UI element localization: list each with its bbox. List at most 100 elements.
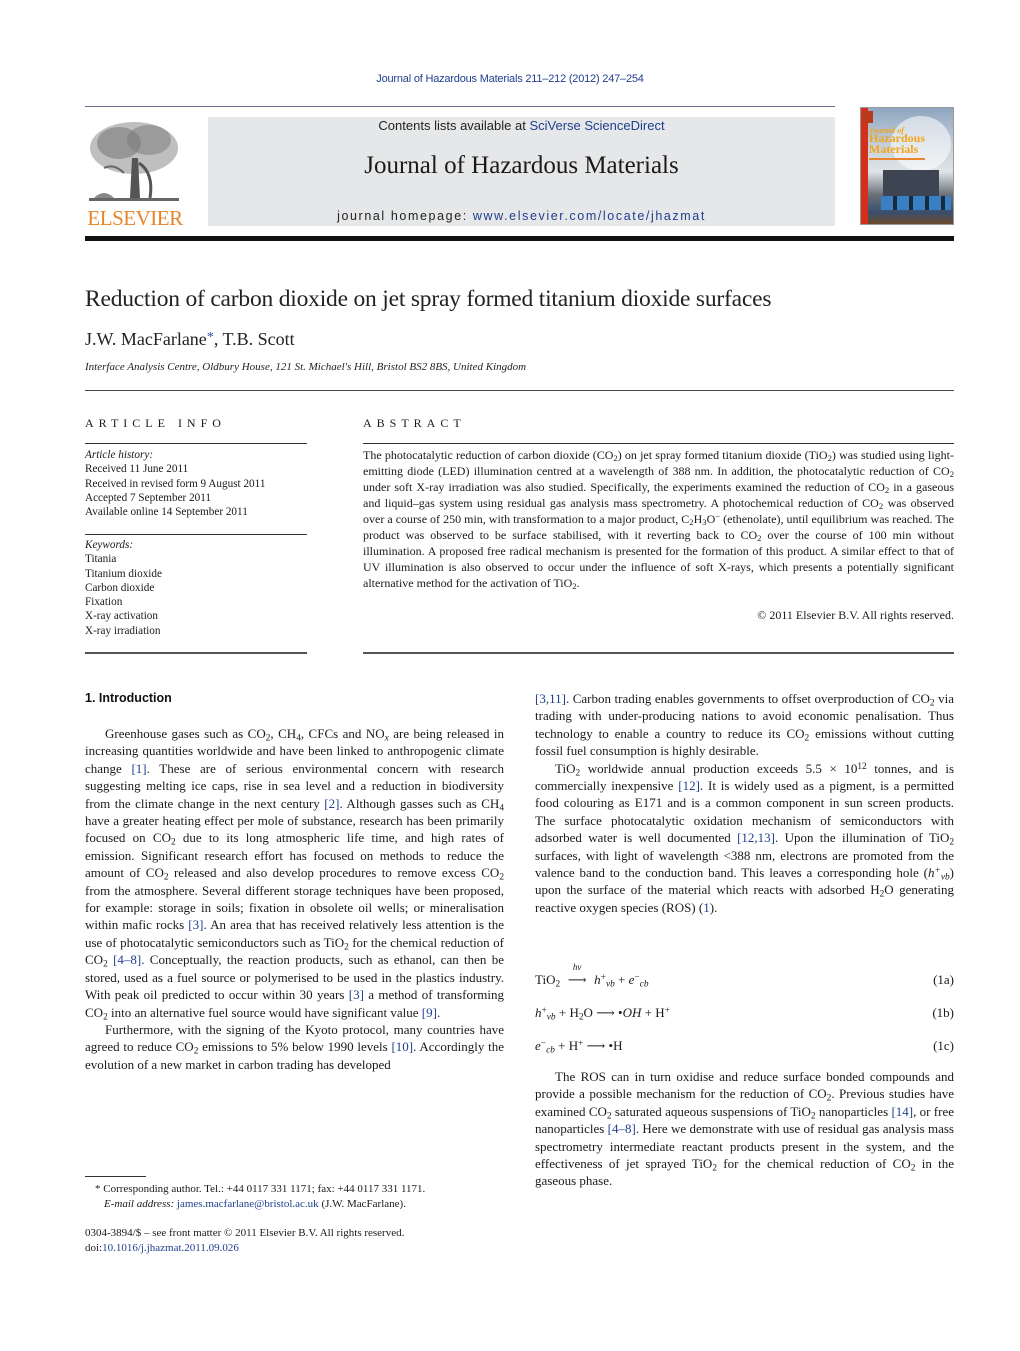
text-run: hv ⟶	[560, 962, 594, 988]
text-run: 4	[499, 802, 504, 813]
text-run: .	[436, 1004, 441, 1020]
article-info-heading: ARTICLE INFO	[85, 416, 226, 430]
journal-cover-image[interactable]: Journal of Hazardous Materials	[860, 107, 954, 225]
contents-prefix: Contents lists available at	[378, 118, 530, 133]
reference-link[interactable]: [12]	[678, 778, 700, 793]
keyword-item: X-ray activation	[85, 610, 158, 623]
elsevier-logo[interactable]: ELSEVIER	[84, 118, 186, 230]
text-run: 2	[103, 959, 108, 970]
header-divider	[85, 106, 835, 107]
section-heading-introduction: 1. Introduction	[85, 691, 172, 705]
text-run: , CFCs and NO	[300, 726, 385, 741]
text-run: for the chemical reduction of CO	[717, 1156, 911, 1172]
homepage-line: journal homepage: www.elsevier.com/locat…	[208, 209, 835, 223]
masthead-thick-divider	[85, 236, 954, 241]
front-matter: 0304-3894/$ – see front matter © 2011 El…	[85, 1226, 404, 1256]
reference-link[interactable]: [12,13]	[737, 830, 775, 845]
paragraph: Greenhouse gases such as CO 2 , CH 4 , CFCs …	[85, 725, 504, 1022]
reference-link[interactable]: [3,11]	[535, 691, 566, 706]
journal-citation-link[interactable]: Journal of Hazardous Materials 211–212 (…	[0, 73, 1020, 85]
sciencedirect-link[interactable]: SciVerse ScienceDirect	[529, 118, 664, 133]
cover-red-band	[861, 108, 868, 224]
footnote-divider	[85, 1176, 146, 1177]
article-info-divider	[85, 443, 307, 444]
article-info-end-divider	[85, 652, 307, 654]
abstract-copyright: © 2011 Elsevier B.V. All rights reserved…	[757, 608, 954, 622]
doi-link[interactable]: 10.1016/j.jhazmat.2011.09.026	[102, 1242, 239, 1254]
history-revised: Received in revised form 9 August 2011	[85, 477, 266, 490]
text-run: 2	[578, 1012, 584, 1023]
equation-1c: e−cb + H+ ⟶ •H (1c)	[535, 1038, 954, 1058]
reference-link[interactable]: [10]	[391, 1039, 413, 1054]
text-run: 2	[949, 469, 954, 480]
doi-prefix: doi:	[85, 1242, 103, 1254]
equation-expression: e−cb + H+ ⟶ •H	[535, 1038, 623, 1056]
homepage-prefix: journal homepage:	[337, 209, 473, 223]
keyword-item: Titanium dioxide	[85, 567, 162, 580]
keyword-item: Carbon dioxide	[85, 581, 155, 594]
body-column-right-continued: The ROS can in turn oxidise and reduce s…	[535, 1068, 954, 1190]
journal-homepage-link[interactable]: www.elsevier.com/locate/jhazmat	[473, 209, 706, 223]
text-run: . Upon the illumination of TiO	[775, 830, 950, 846]
text-run: The photocatalytic reduction of carbon d…	[363, 448, 614, 462]
equation-expression: TiO2 hv ⟶ h+vb + e−cb	[535, 962, 649, 990]
cover-orange-bar	[869, 158, 925, 160]
email-suffix: (J.W. MacFarlane).	[318, 1197, 406, 1210]
text-run: +	[664, 1005, 670, 1016]
reference-link[interactable]: [14]	[891, 1104, 913, 1119]
author-scott: , T.B. Scott	[213, 329, 295, 349]
elsevier-tree-icon	[89, 122, 179, 201]
author-macfarlane: J.W. MacFarlane	[85, 329, 207, 349]
text-run: vb	[546, 1012, 556, 1023]
paragraph-continued: [3,11]. Carbon trading enables governmen…	[535, 690, 954, 760]
text-run: ) on jet spray formed titanium dioxide (…	[617, 448, 828, 462]
equation-1b: h+vb + H2O ⟶ •OH + H+ (1b)	[535, 1005, 954, 1025]
text-run: vb	[940, 872, 950, 883]
text-run: , CH	[270, 726, 297, 741]
history-accepted: Accepted 7 September 2011	[85, 491, 212, 504]
reference-link[interactable]: [4–8]	[608, 1121, 636, 1136]
corresponding-author-footnote: * Corresponding author. Tel.: +44 0117 3…	[95, 1182, 425, 1211]
cover-tanks	[881, 196, 951, 210]
keyword-item: X-ray irradiation	[85, 624, 161, 637]
text-run: . Carbon trading enables governments to …	[565, 691, 930, 706]
text-run: .	[576, 576, 580, 590]
issn-line: 0304-3894/$ – see front matter © 2011 El…	[85, 1227, 405, 1239]
reference-link[interactable]: [1]	[131, 761, 146, 776]
journal-title: Journal of Hazardous Materials	[364, 152, 679, 179]
paragraph: TiO 2 worldwide annual production exceeds…	[535, 760, 954, 917]
text-run: H	[693, 512, 703, 526]
text-run: cb	[639, 979, 649, 990]
reference-link[interactable]: [4–8]	[113, 952, 141, 967]
paragraph: The ROS can in turn oxidise and reduce s…	[535, 1068, 954, 1190]
corresponding-author-marker[interactable]: *	[207, 330, 214, 345]
keywords: Keywords: Titania Titanium dioxide Carbo…	[85, 538, 307, 638]
text-run: 12	[857, 761, 867, 772]
equation-number: (1a)	[933, 972, 954, 987]
reference-link[interactable]: [9]	[422, 1005, 437, 1020]
text-run: . Although gasses such as CH	[339, 795, 500, 811]
keywords-label: Keywords:	[85, 539, 134, 551]
equation-expression: h+vb + H2O ⟶ •OH + H+	[535, 1005, 670, 1023]
text-run: worldwide annual production exceeds 5.5 …	[580, 760, 858, 776]
equation-number: (1b)	[932, 1005, 954, 1020]
text-run: surfaces, with light of wavelength <388 …	[535, 847, 954, 881]
text-run: cb	[546, 1045, 555, 1056]
cover-title-line3: Materials	[869, 142, 919, 156]
abstract-divider	[363, 443, 954, 444]
history-online: Available online 14 September 2011	[85, 506, 248, 519]
reference-link[interactable]: [2]	[324, 796, 339, 811]
text-run: hv	[572, 962, 582, 972]
email-link[interactable]: james.macfarlane@bristol.ac.uk	[177, 1198, 319, 1210]
abstract-heading: ABSTRACT	[363, 416, 466, 430]
reference-link[interactable]: [3]	[188, 917, 203, 932]
text-run: saturated aqueous suspensions of TiO	[611, 1103, 811, 1119]
text-run: 2	[949, 837, 955, 848]
reference-link[interactable]: [3]	[349, 987, 364, 1002]
article-history: Article history: Received 11 June 2011 R…	[85, 448, 307, 519]
journal-masthead: Contents lists available at SciVerse Sci…	[208, 117, 835, 226]
abstract-end-divider	[363, 652, 954, 654]
affiliation-divider	[85, 390, 954, 391]
text-run: nanoparticles	[815, 1103, 892, 1119]
keyword-item: Fixation	[85, 596, 123, 609]
